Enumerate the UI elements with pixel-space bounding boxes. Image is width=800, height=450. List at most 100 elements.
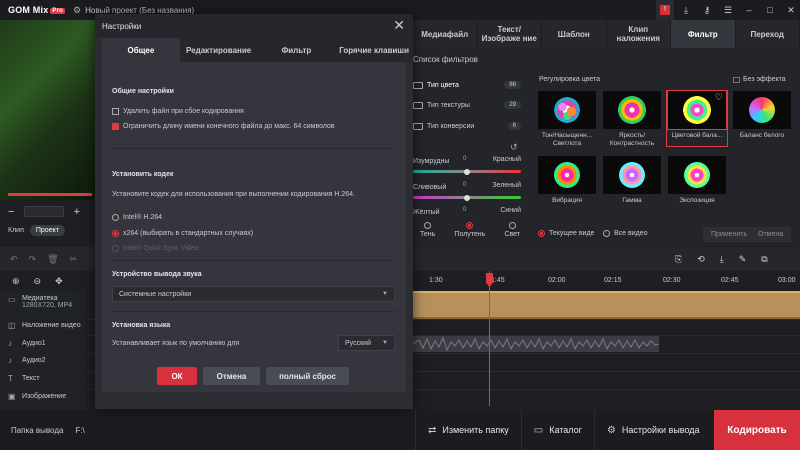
track-text[interactable]: T Текст — [8, 374, 88, 383]
tab-text-image[interactable]: Текст/ Изображе ние — [478, 20, 542, 48]
category-texture[interactable]: Тип текстуры 29 — [413, 98, 521, 112]
codec-heading: Установить кодек — [112, 171, 174, 178]
playhead-line — [489, 271, 490, 406]
tab-overlay-clip[interactable]: Клип наложения — [607, 20, 671, 48]
timeline-zoom-tools: ⊕ ⊖ ✥ — [12, 276, 63, 287]
tab-media[interactable]: Медиафайл — [413, 20, 478, 48]
key-icon[interactable]: ⚷ — [698, 0, 716, 20]
menu-icon[interactable]: ☰ — [719, 0, 737, 20]
tone-midtone-option[interactable]: Полутень — [454, 222, 485, 238]
filter-tile-vibrance[interactable]: Вибрация — [537, 156, 597, 211]
encode-button[interactable]: Кодировать — [714, 410, 800, 450]
insert-icon[interactable]: ⎘ — [675, 254, 682, 265]
mode-project[interactable]: Проект — [29, 225, 65, 236]
tone-shadow-option[interactable]: Тень — [420, 222, 435, 238]
track-image[interactable]: ▣ Изображение — [8, 392, 88, 401]
replace-icon[interactable]: ⟲ — [697, 254, 705, 265]
apply-button[interactable]: Применить — [703, 227, 756, 242]
split-icon[interactable]: ⧉ — [761, 254, 767, 265]
settings-icon: ⚙ — [606, 424, 616, 436]
export-frame-icon[interactable]: ⤓ — [720, 254, 724, 265]
close-window-icon[interactable]: ✕ — [782, 0, 800, 20]
track-audio2[interactable]: ♪ Аудио2 — [8, 356, 88, 365]
limit-filename-checkbox[interactable]: Ограничить длину имени конечного файла д… — [112, 123, 335, 130]
change-folder-button[interactable]: ⇄ Изменить папку — [415, 410, 521, 450]
film-icon: ▭ — [8, 295, 16, 304]
audio-device-select[interactable]: Системные настройки ▼ — [112, 286, 395, 302]
filter-tile-white-balance[interactable]: Баланс белого — [732, 91, 792, 146]
codec-x264-option[interactable]: x264 (выбирать в стандартных случаях) — [112, 230, 253, 237]
codec-quicksync-option: Intel® Quick Sync Video — [112, 245, 198, 252]
filter-tile-brightness[interactable]: Яркость/ Контрастность — [602, 91, 662, 147]
tab-template[interactable]: Шаблон — [542, 20, 607, 48]
undo-icon[interactable]: ↶ — [10, 254, 18, 265]
filter-cancel-button[interactable]: Отмена — [750, 227, 792, 242]
no-effect-toggle[interactable]: Без эффекта — [733, 76, 786, 83]
folder-icon — [413, 101, 423, 109]
timeline-zoom-out-icon[interactable]: ⊖ — [34, 276, 42, 287]
dialog-body: Общие настройки Удалить файл при сбое ко… — [102, 62, 406, 392]
favorite-heart-icon[interactable]: ♡ — [715, 93, 723, 102]
ok-button[interactable]: ОК — [157, 367, 197, 385]
folder-icon: ▭ — [533, 424, 544, 436]
download-icon[interactable]: ⤓ — [677, 0, 695, 20]
language-select[interactable]: Русский ▼ — [338, 335, 395, 351]
language-heading: Установка языка — [112, 322, 171, 329]
settings-gear-icon[interactable]: ⚙ — [73, 5, 81, 16]
category-color[interactable]: Тип цвета 86 — [413, 78, 521, 92]
output-settings-button[interactable]: ⚙ Настройки вывода — [593, 410, 712, 450]
audio-clip[interactable] — [412, 336, 660, 352]
tone-range-selector: Тень Полутень Свет — [420, 222, 520, 238]
mode-clip[interactable]: Клип — [8, 227, 24, 234]
full-reset-button[interactable]: полный сброс — [266, 367, 349, 385]
slider-emerald-red[interactable]: Изумрудны 0 Красный — [413, 156, 521, 175]
timeline-zoom-in-icon[interactable]: ⊕ — [12, 276, 20, 287]
tone-light-option[interactable]: Свет — [504, 222, 520, 238]
zoom-in-icon[interactable]: + — [74, 206, 80, 218]
filter-tile-hue-saturation[interactable]: Тон/Насыщенн... Светлота — [537, 91, 597, 147]
catalog-button[interactable]: ▭ Каталог — [520, 410, 594, 450]
track-media[interactable]: ▭ Медиатека 1280X720, MP4 — [8, 295, 88, 309]
tab-hotkeys[interactable]: Горячие клавиши — [335, 38, 413, 62]
reset-icon[interactable]: ↺ — [510, 142, 518, 153]
tab-general[interactable]: Общее — [102, 38, 180, 62]
image-icon: ▣ — [8, 392, 16, 401]
tab-editing[interactable]: Редактирование — [180, 38, 258, 62]
chevron-down-icon: ▼ — [382, 291, 388, 297]
apply-current-option[interactable]: Текущее виде — [538, 230, 594, 237]
video-clip[interactable] — [413, 291, 800, 319]
fit-icon[interactable]: ✥ — [55, 276, 63, 287]
playback-progress[interactable] — [8, 193, 92, 196]
filter-tile-color-balance[interactable]: Цветовой бала... ♡ — [666, 90, 728, 147]
redo-icon[interactable]: ↷ — [29, 254, 37, 265]
close-icon[interactable]: ✕ — [393, 17, 405, 34]
tab-transition[interactable]: Переход — [736, 20, 800, 48]
output-folder-path: F:\ — [75, 425, 85, 435]
notice-icon[interactable]: ! — [656, 0, 674, 20]
filter-tile-gamma[interactable]: Гамма — [602, 156, 662, 211]
tab-filter-settings[interactable]: Фильтр — [258, 38, 336, 62]
time-ruler[interactable]: 1:30 1:45 02:00 02:15 02:30 02:45 03:00 — [413, 271, 800, 291]
delete-icon[interactable]: 🗑 — [47, 254, 58, 265]
cancel-button[interactable]: Отмена — [203, 367, 260, 385]
codec-intel-option[interactable]: Intel® H.264 — [112, 214, 162, 221]
filter-list-title: Список фильтров — [413, 55, 478, 64]
maximize-icon[interactable]: □ — [761, 0, 779, 20]
filter-tile-exposure[interactable]: Экспозиция — [667, 156, 727, 211]
slider-plum-green[interactable]: Сливовый 0 Зеленый — [413, 182, 521, 201]
zoom-level-field[interactable] — [24, 206, 64, 217]
zoom-out-icon[interactable]: − — [8, 206, 14, 218]
minimize-icon[interactable]: – — [740, 0, 758, 20]
cut-icon[interactable]: ✂ — [70, 254, 78, 265]
tab-filter[interactable]: Фильтр — [671, 20, 736, 48]
track-overlay[interactable]: ◫ Наложение видео — [8, 321, 88, 330]
delete-on-fail-checkbox[interactable]: Удалить файл при сбое кодирования — [112, 108, 244, 115]
category-conversion[interactable]: Тип конверсии 6 — [413, 119, 521, 133]
preview-mode-toggle: Клип Проект — [8, 225, 65, 236]
apply-all-option[interactable]: Все видео — [603, 230, 648, 237]
preview-zoom-control: − + — [8, 205, 80, 218]
folder-icon — [413, 81, 423, 89]
edit-icon[interactable]: ✎ — [739, 254, 747, 265]
track-audio1[interactable]: ♪ Аудио1 — [8, 339, 88, 348]
slider-yellow-blue[interactable]: Жёлтый 0 Синий — [413, 207, 521, 216]
